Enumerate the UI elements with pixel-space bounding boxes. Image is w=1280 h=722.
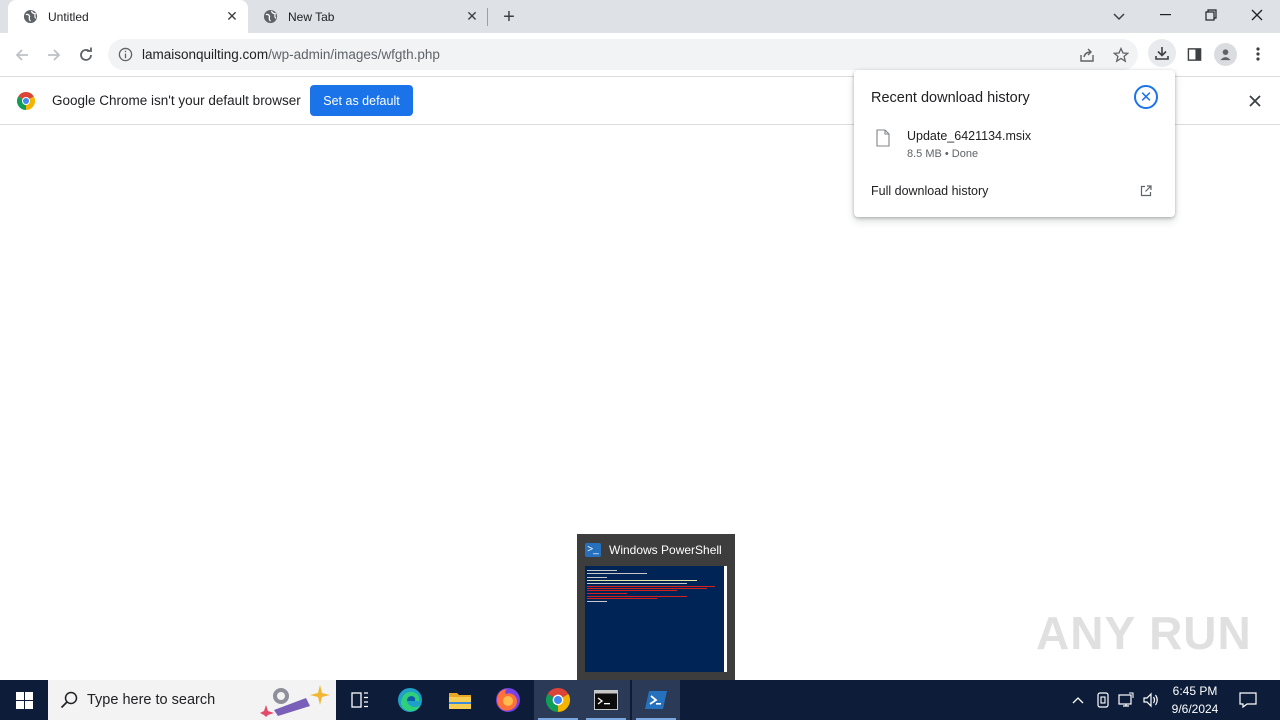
powershell-window-preview <box>585 566 727 672</box>
powershell-taskbar-icon[interactable] <box>632 680 680 720</box>
search-highlight-icon <box>260 683 332 717</box>
chrome-logo-icon <box>16 91 36 110</box>
close-bubble-icon[interactable]: ✕ <box>1134 85 1158 109</box>
device-icon[interactable] <box>1094 691 1112 709</box>
download-icon[interactable] <box>1148 39 1176 67</box>
close-tab-icon[interactable]: ✕ <box>224 8 240 25</box>
file-icon <box>876 129 890 152</box>
minimize-icon[interactable] <box>1150 4 1180 26</box>
tab-title: New Tab <box>288 9 335 24</box>
tab-strip: Untitled ✕ New Tab ✕ + <box>0 0 1280 33</box>
full-download-history-link[interactable]: Full download history <box>871 184 988 198</box>
download-status: 8.5 MB • Done <box>907 148 979 160</box>
share-icon[interactable] <box>1078 46 1096 64</box>
infobar-message: Google Chrome isn't your default browser <box>52 93 301 108</box>
forward-arrow-icon[interactable] <box>42 43 66 67</box>
download-filename: Update_6421134.msix <box>907 129 1032 143</box>
task-view-icon[interactable] <box>336 680 384 720</box>
volume-icon[interactable] <box>1141 691 1161 709</box>
download-bubble-title: Recent download history <box>871 90 1030 106</box>
reload-icon[interactable] <box>74 43 98 67</box>
profile-avatar-icon[interactable] <box>1214 43 1237 66</box>
close-infobar-icon[interactable] <box>1245 91 1265 111</box>
firefox-icon[interactable] <box>484 680 532 720</box>
close-window-icon[interactable] <box>1242 4 1272 26</box>
windows-taskbar: Type here to search 6:45 PM 9/6/2024 <box>0 680 1280 720</box>
powershell-icon: >_ <box>585 543 601 557</box>
url-path: /wp-admin/images/wfgth.php <box>268 47 440 62</box>
search-icon <box>60 691 78 714</box>
tab-divider <box>487 8 488 26</box>
start-windows-icon[interactable] <box>0 680 48 720</box>
taskbar-search-box[interactable]: Type here to search <box>48 680 336 720</box>
powershell-thumbnail[interactable]: >_ Windows PowerShell <box>577 534 735 680</box>
tab-search-chevron-icon[interactable] <box>1108 6 1130 28</box>
anyrun-watermark: ANY RUN <box>1036 607 1252 659</box>
bookmark-star-icon[interactable] <box>1112 46 1130 64</box>
network-icon[interactable] <box>1117 691 1135 709</box>
address-bar[interactable]: lamaisonquilting.com/wp-admin/images/wfg… <box>108 39 1138 70</box>
search-placeholder: Type here to search <box>87 692 216 708</box>
download-item[interactable]: Update_6421134.msix 8.5 MB • Done <box>854 120 1175 164</box>
set-as-default-button[interactable]: Set as default <box>310 85 413 116</box>
tab-untitled[interactable]: Untitled ✕ <box>8 0 248 33</box>
new-tab-plus-icon[interactable]: + <box>497 5 521 29</box>
close-tab-icon[interactable]: ✕ <box>464 8 480 25</box>
side-panel-icon[interactable] <box>1183 43 1205 65</box>
tab-title: Untitled <box>48 9 89 24</box>
back-arrow-icon[interactable] <box>10 43 34 67</box>
more-menu-icon[interactable] <box>1248 43 1268 65</box>
file-explorer-icon[interactable] <box>436 680 484 720</box>
clock-date[interactable]: 9/6/2024 <box>1168 702 1222 716</box>
tab-new-tab[interactable]: New Tab ✕ <box>248 0 488 33</box>
download-history-bubble: Recent download history ✕ Update_6421134… <box>854 70 1175 217</box>
chevron-up-icon[interactable] <box>1070 692 1086 708</box>
powershell-thumbnail-title: Windows PowerShell <box>609 543 722 557</box>
notification-icon[interactable] <box>1238 691 1258 709</box>
url-host: lamaisonquilting.com <box>142 47 269 62</box>
cmd-icon[interactable] <box>582 680 630 720</box>
globe-icon <box>22 9 38 25</box>
restore-icon[interactable] <box>1196 4 1226 26</box>
site-info-icon[interactable] <box>117 46 134 63</box>
open-external-icon[interactable] <box>1140 184 1152 202</box>
chrome-taskbar-icon[interactable] <box>534 680 582 720</box>
edge-icon[interactable] <box>386 680 434 720</box>
clock-time[interactable]: 6:45 PM <box>1168 684 1222 698</box>
globe-icon <box>262 9 278 25</box>
url-text[interactable]: lamaisonquilting.com/wp-admin/images/wfg… <box>142 39 440 70</box>
